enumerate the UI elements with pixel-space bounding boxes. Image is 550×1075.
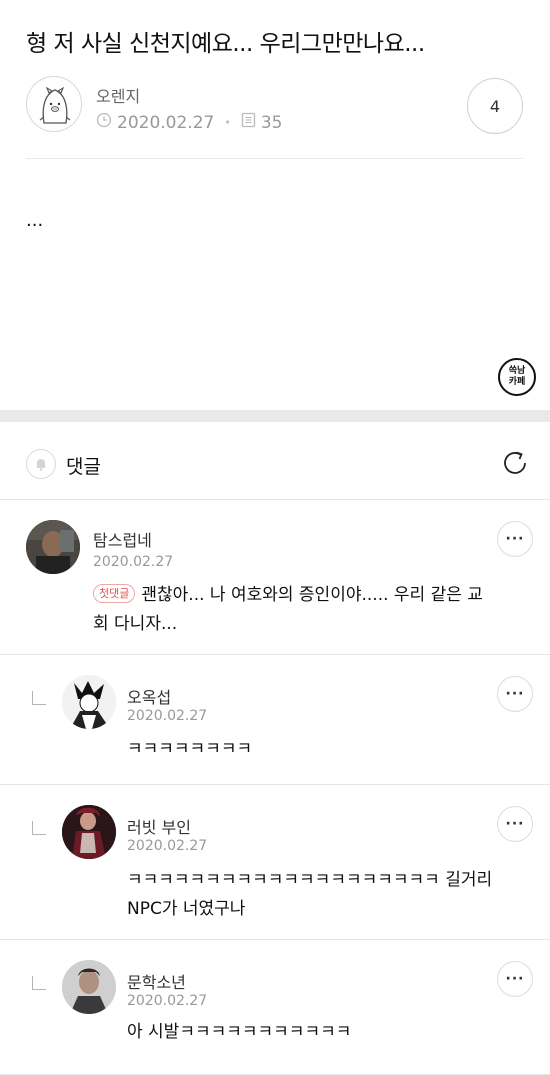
refresh-button[interactable] <box>499 447 531 479</box>
commenter-avatar[interactable] <box>62 805 116 859</box>
comment-text: ㅋㅋㅋㅋㅋㅋㅋㅋ <box>127 739 253 759</box>
more-options-button[interactable]: ··· <box>497 961 533 997</box>
reply-arrow-icon <box>32 691 46 705</box>
comment-text: 첫댓글 괜찮아... 나 여호와의 증인이야..... 우리 같은 교 회 다니자… <box>93 581 483 639</box>
commenter-avatar[interactable] <box>26 520 80 574</box>
divider <box>26 158 524 159</box>
view-count: 35 <box>260 112 283 133</box>
comment-date: 2020.02.27 <box>127 708 208 724</box>
author-name[interactable]: 오렌지 <box>96 83 140 107</box>
bell-icon <box>36 459 46 471</box>
comment-item: 탐스럽네 2020.02.27 첫댓글 괜찮아... 나 여호와의 증인이야...… <box>0 500 550 655</box>
comment-text-line: ㅋㅋㅋㅋㅋㅋㅋㅋㅋㅋㅋㅋㅋㅋㅋㅋㅋㅋㅋㅋ 길거리 <box>127 870 493 890</box>
reply-item: 러빗 부인 2020.02.27 ㅋㅋㅋㅋㅋㅋㅋㅋㅋㅋㅋㅋㅋㅋㅋㅋㅋㅋㅋㅋ 길거… <box>0 785 550 940</box>
comments-label: 댓글 <box>66 456 101 478</box>
more-options-button[interactable]: ··· <box>497 676 533 712</box>
commenter-name[interactable]: 탐스럽네 <box>93 527 152 551</box>
post-date: 2020.02.27 <box>117 112 215 133</box>
comment-text: ㅋㅋㅋㅋㅋㅋㅋㅋㅋㅋㅋㅋㅋㅋㅋㅋㅋㅋㅋㅋ 길거리 NPC가 너였구나 <box>127 866 492 924</box>
first-comment-badge: 첫댓글 <box>93 584 136 603</box>
comment-count-button[interactable]: 4 <box>467 78 523 134</box>
comment-text-line: 회 다니자... <box>93 614 178 634</box>
comment-text-line: NPC가 너였구나 <box>127 899 246 919</box>
document-icon <box>241 112 256 133</box>
cafe-logo: 쓱남 카페 <box>498 358 536 396</box>
post-body: ... <box>26 210 44 231</box>
section-separator <box>0 410 550 422</box>
post-meta: 2020.02.27 • 35 <box>96 112 282 133</box>
commenter-name[interactable]: 오옥섭 <box>127 684 171 708</box>
cafe-logo-line1: 쓱남 <box>508 366 526 376</box>
cafe-logo-line2: 카페 <box>508 377 526 387</box>
comment-date: 2020.02.27 <box>127 993 208 1009</box>
comment-date: 2020.02.27 <box>127 838 208 854</box>
commenter-name[interactable]: 문학소년 <box>127 969 186 993</box>
comment-date: 2020.02.27 <box>93 554 174 570</box>
post-title: 형 저 사실 신천지예요... 우리그만만나요... <box>26 31 425 57</box>
comments-header: 댓글 <box>0 422 550 500</box>
more-options-button[interactable]: ··· <box>497 521 533 557</box>
commenter-avatar[interactable] <box>62 960 116 1014</box>
reply-item: 문학소년 2020.02.27 아 시발ㅋㅋㅋㅋㅋㅋㅋㅋㅋㅋㅋ ··· <box>0 940 550 1075</box>
pig-character-icon <box>39 86 71 124</box>
reply-arrow-icon <box>32 976 46 990</box>
clock-icon <box>96 112 112 133</box>
commenter-name[interactable]: 러빗 부인 <box>127 814 191 838</box>
notification-toggle[interactable] <box>26 449 56 479</box>
reply-item: 오옥섭 2020.02.27 ㅋㅋㅋㅋㅋㅋㅋㅋ ··· <box>0 655 550 785</box>
meta-separator: • <box>224 116 231 129</box>
commenter-avatar[interactable] <box>62 675 116 729</box>
author-avatar[interactable] <box>26 76 82 132</box>
comment-text: 아 시발ㅋㅋㅋㅋㅋㅋㅋㅋㅋㅋㅋ <box>127 1022 352 1042</box>
more-options-button[interactable]: ··· <box>497 806 533 842</box>
refresh-icon <box>504 451 526 474</box>
reply-arrow-icon <box>32 821 46 835</box>
comment-text-line: 괜찮아... 나 여호와의 증인이야..... 우리 같은 교 <box>141 585 483 605</box>
